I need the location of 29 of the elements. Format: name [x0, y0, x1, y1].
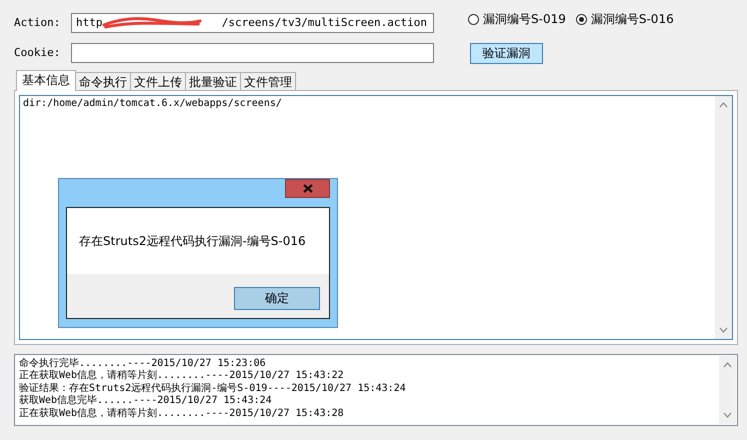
close-button[interactable]: [285, 179, 330, 198]
field-label: Cookie:: [14, 45, 62, 61]
action-field[interactable]: http /screens/tv3/multiScreen.action: [71, 13, 434, 33]
scroll-up-icon[interactable]: [723, 362, 732, 368]
log-line: 命令执行完毕........----2015/10/27 15:23:06: [19, 358, 267, 370]
scroll-up-icon[interactable]: [719, 102, 728, 108]
scrollbar[interactable]: [719, 356, 736, 424]
tab[interactable]: 文件上传: [130, 72, 186, 90]
output-text: dir:/home/admin/tomcat.6.x/webapps/screens/: [22, 97, 283, 111]
scroll-down-icon[interactable]: [723, 412, 732, 418]
log-line: 正在获取Web信息，请稍等片刻........----2015/10/27 15:43:22: [19, 370, 345, 382]
radio-label[interactable]: 漏洞编号S-016: [590, 10, 674, 28]
cookie-field[interactable]: [71, 43, 434, 63]
dialog-message: 存在Struts2远程代码执行漏洞-编号S-016: [79, 232, 306, 250]
scroll-down-icon[interactable]: [719, 327, 728, 333]
log-line: 验证结果：存在Struts2远程代码执行漏洞-编号S-019----2015/10/27 15:43:24: [19, 382, 406, 394]
tab[interactable]: 基本信息: [16, 70, 76, 91]
tab[interactable]: 批量验证: [185, 72, 241, 90]
log-line: 正在获取Web信息，请稍等片刻........----2015/10/27 15:43:28: [19, 408, 345, 420]
close-icon: [302, 184, 312, 193]
radio-button[interactable]: [576, 14, 587, 24]
field-label: Action:: [14, 15, 62, 31]
ok-button[interactable]: 确定: [234, 287, 320, 310]
log-line: 获取Web信息完毕......----2015/10/27 15:43:24: [19, 395, 273, 408]
verify-button[interactable]: 验证漏洞: [470, 43, 543, 64]
radio-label[interactable]: 漏洞编号S-019: [483, 10, 566, 28]
tab[interactable]: 命令执行: [75, 72, 131, 90]
tab[interactable]: 文件管理: [240, 72, 296, 90]
radio-button[interactable]: [468, 14, 479, 24]
